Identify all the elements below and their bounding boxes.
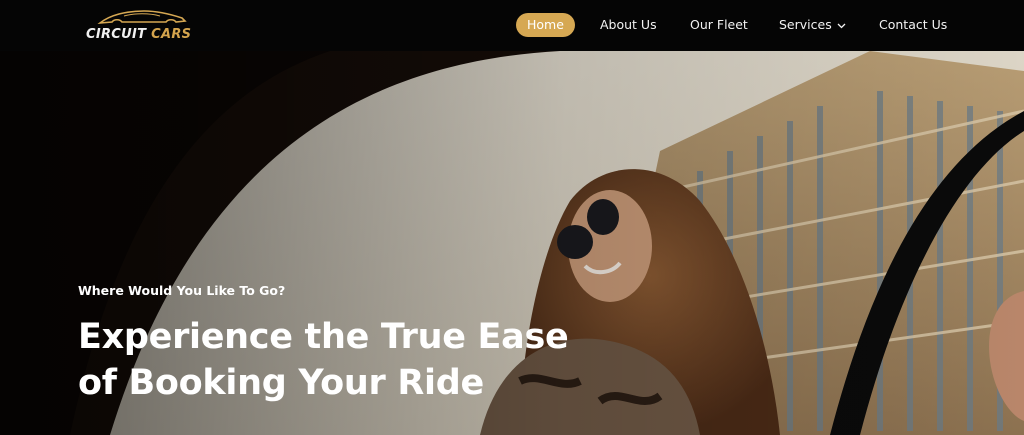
hero-headline: Experience the True Ease of Booking Your… bbox=[78, 314, 569, 406]
hero-headline-line1: Experience the True Ease bbox=[78, 317, 569, 357]
nav-contact-us[interactable]: Contact Us bbox=[879, 13, 947, 37]
hero-section: Where Would You Like To Go? Experience t… bbox=[0, 51, 1024, 435]
nav-services-label: Services bbox=[779, 17, 832, 32]
nav-our-fleet[interactable]: Our Fleet bbox=[690, 13, 748, 37]
brand-name-accent: CARS bbox=[151, 27, 192, 42]
nav-services[interactable]: Services bbox=[779, 13, 846, 37]
hero-headline-line2: of Booking Your Ride bbox=[78, 363, 484, 403]
chevron-down-icon bbox=[837, 23, 846, 28]
brand-logo[interactable]: CIRCUIT CARS bbox=[86, 8, 196, 44]
nav-about-us[interactable]: About Us bbox=[600, 13, 657, 37]
brand-name: CIRCUIT CARS bbox=[86, 27, 191, 42]
nav-home[interactable]: Home bbox=[516, 13, 575, 37]
hero-tagline: Where Would You Like To Go? bbox=[78, 283, 286, 298]
brand-name-primary: CIRCUIT bbox=[86, 27, 147, 42]
car-silhouette-icon bbox=[97, 10, 187, 25]
top-navbar: CIRCUIT CARS Home About Us Our Fleet Ser… bbox=[0, 0, 1024, 51]
